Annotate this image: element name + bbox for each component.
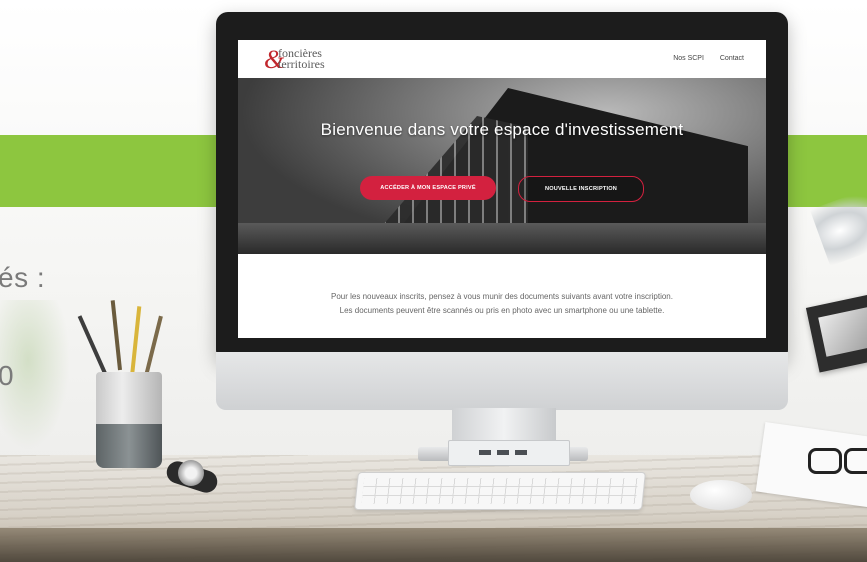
info-text: Pour les nouveaux inscrits, pensez à vou… [238,290,766,318]
monitor-screen: & foncières territoires Nos SCPI Contact… [238,40,766,338]
site-logo[interactable]: & foncières territoires [256,44,356,74]
keyboard [354,472,646,510]
pencil-cup [96,372,162,468]
new-registration-button[interactable]: NOUVELLE INSCRIPTION [518,176,644,202]
side-text-line-1: és : [0,262,46,293]
private-space-button[interactable]: ACCÉDER À MON ESPACE PRIVÉ [360,176,496,200]
usb-hub [448,440,570,466]
mouse [690,480,752,510]
logo-line-2: territoires [278,57,325,71]
desk-edge [0,528,867,562]
side-text-line-2: 0 [0,360,15,391]
wristwatch-face [178,460,204,486]
info-line-2: Les documents peuvent être scannés ou pr… [339,306,665,315]
hero-banner: Bienvenue dans votre espace d'investisse… [238,78,766,254]
site-header: & foncières territoires Nos SCPI Contact [238,40,766,78]
scene: és : 0 & foncières territoires Nos SCPI … [0,0,867,562]
nav-link-scpi[interactable]: Nos SCPI [673,55,704,62]
eyeglasses [808,448,867,474]
monitor-chin [216,352,788,410]
hero-ground [238,223,766,254]
site-nav: Nos SCPI Contact [659,55,744,62]
nav-link-contact[interactable]: Contact [720,55,744,62]
hero-title: Bienvenue dans votre espace d'investisse… [320,120,684,139]
monitor-bezel: & foncières territoires Nos SCPI Contact… [216,12,788,362]
keyboard-keys [361,478,639,504]
info-line-1: Pour les nouveaux inscrits, pensez à vou… [331,292,673,301]
